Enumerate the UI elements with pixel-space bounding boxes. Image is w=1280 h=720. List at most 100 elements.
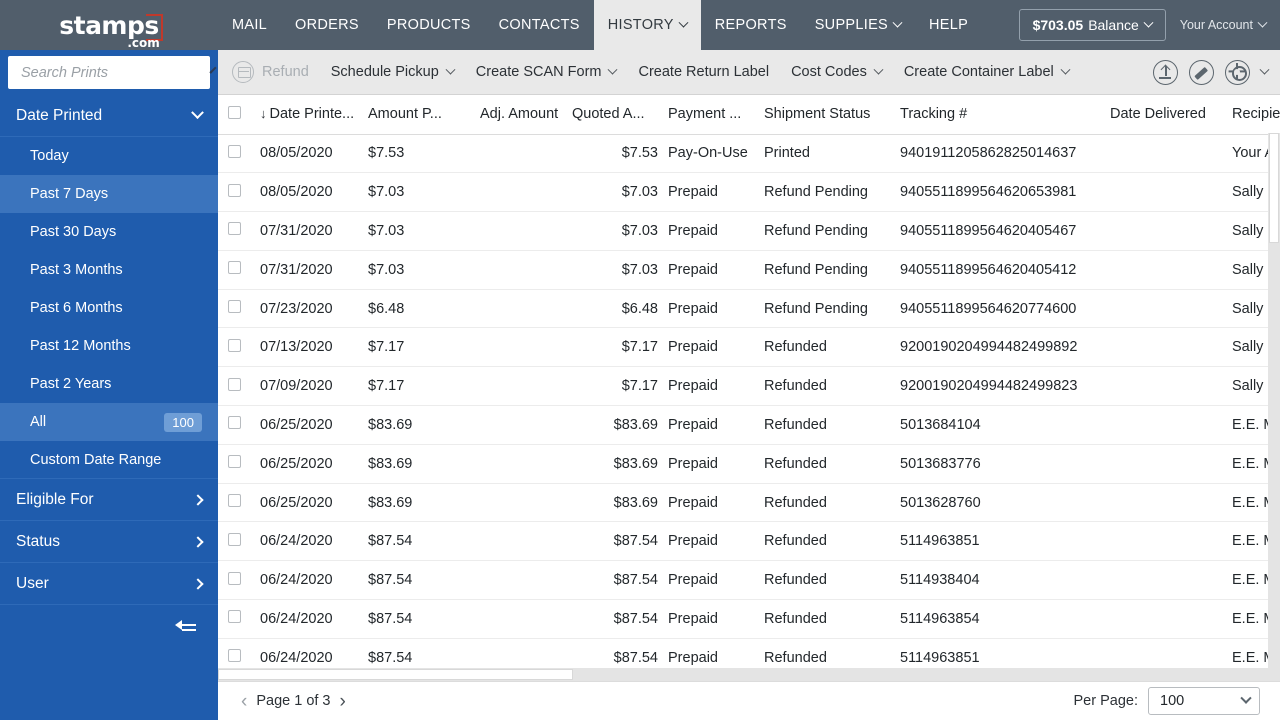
row-checkbox[interactable] <box>228 455 241 469</box>
previous-page-button[interactable]: ‹ <box>232 692 256 711</box>
cell-date-delivered <box>1100 405 1222 445</box>
balance-button[interactable]: $703.05 Balance <box>1018 9 1166 41</box>
nav-item-orders[interactable]: ORDERS <box>281 0 373 50</box>
search-input[interactable] <box>19 63 212 82</box>
table-row[interactable]: 06/24/2020 $87.54 $87.54 Prepaid Refunded 511… <box>218 521 1280 562</box>
chevron-down-icon[interactable] <box>1259 64 1270 75</box>
cell-payment: Prepaid <box>658 327 754 368</box>
search-box[interactable] <box>8 56 226 89</box>
table-row[interactable]: 07/31/2020 $7.03 $7.03 Prepaid Refund Pendin… <box>218 211 1280 251</box>
collapse-sidebar-button[interactable] <box>0 605 218 645</box>
sidebar-item-past-30-days[interactable]: Past 30 Days <box>0 213 218 251</box>
cell-shipment-status: Refunded <box>754 521 890 562</box>
edit-pencil-icon[interactable] <box>1189 59 1214 85</box>
row-checkbox[interactable] <box>228 377 241 391</box>
table-row[interactable]: 06/25/2020 $83.69 $83.69 Prepaid Refunded 501… <box>218 444 1280 484</box>
cell-tracking: 9405511899564620774600 <box>890 289 1100 329</box>
sidebar-item-past-6-months[interactable]: Past 6 Months <box>0 289 218 327</box>
sidebar-group-user[interactable]: User <box>0 563 218 605</box>
create-scan-form-button[interactable]: Create SCAN Form <box>476 64 618 80</box>
nav-item-contacts[interactable]: CONTACTS <box>485 0 594 50</box>
row-checkbox[interactable] <box>228 416 241 430</box>
create-container-label-button[interactable]: Create Container Label <box>904 64 1071 80</box>
column-header-amount-paid[interactable]: Amount P... <box>358 95 470 135</box>
table-row[interactable]: 07/09/2020 $7.17 $7.17 Prepaid Refunded 92001… <box>218 366 1280 407</box>
row-checkbox[interactable] <box>228 571 241 585</box>
column-header-date-printed[interactable]: ↓ Date Printe... <box>250 95 358 135</box>
column-header-adj-amount[interactable]: Adj. Amount <box>470 95 562 135</box>
table-row[interactable]: 06/25/2020 $83.69 $83.69 Prepaid Refunded 501… <box>218 483 1280 523</box>
sidebar-item-past-2-years[interactable]: Past 2 Years <box>0 365 218 403</box>
column-header-shipment-status[interactable]: Shipment Status <box>754 95 890 135</box>
cell-quoted-amount: $83.69 <box>562 405 658 445</box>
horizontal-scrollbar-thumb[interactable] <box>218 669 573 680</box>
select-all-checkbox[interactable] <box>228 105 241 119</box>
refund-button[interactable]: Refund <box>232 61 309 83</box>
sidebar-item-today[interactable]: Today <box>0 137 218 175</box>
sidebar-item-past-7-days[interactable]: Past 7 Days <box>0 175 218 213</box>
vertical-scrollbar[interactable] <box>1268 133 1280 668</box>
row-checkbox-cell <box>218 211 250 251</box>
row-checkbox[interactable] <box>228 494 241 508</box>
table-row[interactable]: 06/24/2020 $87.54 $87.54 Prepaid Refunded 511… <box>218 560 1280 601</box>
column-header-quoted-amount[interactable]: Quoted A... <box>562 95 658 135</box>
cell-date-delivered <box>1100 483 1222 523</box>
cell-date-delivered <box>1100 250 1222 290</box>
sidebar-group-status[interactable]: Status <box>0 521 218 563</box>
cost-codes-button[interactable]: Cost Codes <box>791 64 884 80</box>
sidebar-item-past-12-months[interactable]: Past 12 Months <box>0 327 218 365</box>
cell-amount-paid: $7.03 <box>358 250 470 290</box>
table-row[interactable]: 08/05/2020 $7.53 $7.53 Pay-On-Use Printed 940… <box>218 134 1280 174</box>
row-checkbox[interactable] <box>228 338 241 352</box>
schedule-pickup-button[interactable]: Schedule Pickup <box>331 64 456 80</box>
nav-item-reports[interactable]: REPORTS <box>701 0 801 50</box>
cell-tracking: 5114963854 <box>890 599 1100 639</box>
table-row[interactable]: 06/24/2020 $87.54 $87.54 Prepaid Refunded 511… <box>218 599 1280 639</box>
sidebar-item-all[interactable]: All 100 <box>0 403 218 441</box>
cell-date-printed: 06/24/2020 <box>250 560 358 601</box>
create-return-label-button[interactable]: Create Return Label <box>638 64 769 80</box>
nav-item-label: PRODUCTS <box>386 17 471 33</box>
sidebar-group-eligible-for[interactable]: Eligible For <box>0 479 218 521</box>
next-page-button[interactable]: › <box>331 692 355 711</box>
table-row[interactable]: 07/13/2020 $7.17 $7.17 Prepaid Refunded 92001… <box>218 327 1280 368</box>
cell-date-printed: 06/25/2020 <box>250 483 358 523</box>
column-header-payment[interactable]: Payment ... <box>658 95 754 135</box>
table-row[interactable]: 08/05/2020 $7.03 $7.03 Prepaid Refund Pendin… <box>218 172 1280 213</box>
nav-item-products[interactable]: PRODUCTS <box>373 0 485 50</box>
sidebar-group-date-printed[interactable]: Date Printed <box>0 95 218 137</box>
export-upload-icon[interactable] <box>1153 59 1178 85</box>
brand-logo[interactable]: stamps .com <box>0 0 218 50</box>
nav-item-help[interactable]: HELP <box>915 0 982 50</box>
column-header-date-delivered[interactable]: Date Delivered <box>1100 95 1222 135</box>
nav-item-mail[interactable]: MAIL <box>218 0 281 50</box>
column-header-tracking[interactable]: Tracking # <box>890 95 1100 135</box>
sidebar-item-past-3-months[interactable]: Past 3 Months <box>0 251 218 289</box>
row-checkbox[interactable] <box>228 261 241 275</box>
sidebar-item-custom-date-range[interactable]: Custom Date Range <box>0 441 218 479</box>
row-checkbox[interactable] <box>228 610 241 624</box>
column-header-recipient[interactable]: Recipient <box>1222 95 1280 135</box>
horizontal-scrollbar[interactable] <box>218 668 1280 681</box>
row-checkbox[interactable] <box>228 300 241 314</box>
row-checkbox[interactable] <box>228 183 241 197</box>
your-account-button[interactable]: Your Account <box>1180 17 1270 32</box>
cell-date-printed: 07/09/2020 <box>250 366 358 407</box>
nav-item-label: CONTACTS <box>498 17 580 33</box>
gear-icon[interactable] <box>1225 59 1250 85</box>
per-page-select[interactable]: 100 <box>1148 687 1260 715</box>
vertical-scrollbar-thumb[interactable] <box>1269 133 1279 243</box>
cell-date-printed: 07/23/2020 <box>250 289 358 329</box>
nav-item-supplies[interactable]: SUPPLIES <box>801 0 915 50</box>
nav-item-label: SUPPLIES <box>814 17 889 33</box>
table-row[interactable]: 07/31/2020 $7.03 $7.03 Prepaid Refund Pendin… <box>218 250 1280 290</box>
column-header-label: Shipment Status <box>764 106 871 123</box>
row-checkbox[interactable] <box>228 222 241 236</box>
row-checkbox[interactable] <box>228 532 241 546</box>
cell-shipment-status: Refund Pending <box>754 250 890 290</box>
table-row[interactable]: 07/23/2020 $6.48 $6.48 Prepaid Refund Pendin… <box>218 289 1280 329</box>
table-row[interactable]: 06/25/2020 $83.69 $83.69 Prepaid Refunded 501… <box>218 405 1280 445</box>
nav-item-history[interactable]: HISTORY <box>593 0 701 50</box>
row-checkbox[interactable] <box>228 649 241 663</box>
row-checkbox[interactable] <box>228 144 241 158</box>
